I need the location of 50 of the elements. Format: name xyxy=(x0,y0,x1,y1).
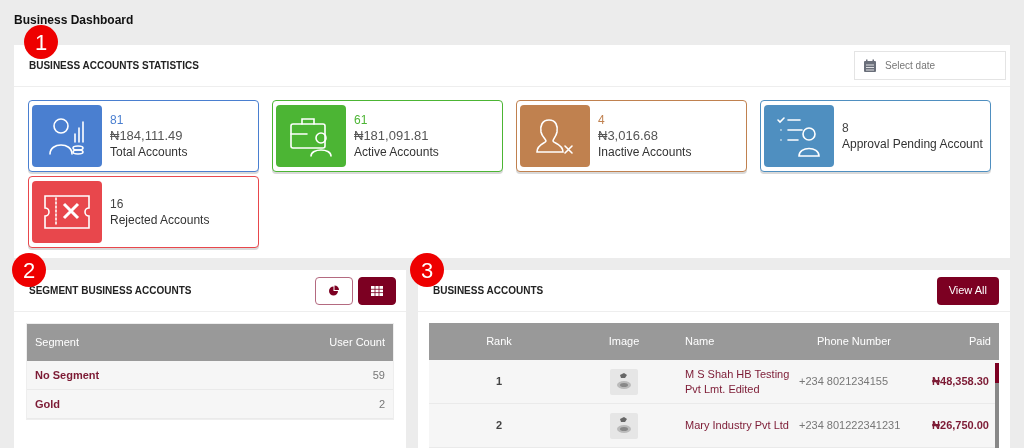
card-count: 61 xyxy=(354,112,369,128)
paid-cell-text: ₦26,750.00 xyxy=(932,418,989,434)
column-header: Paid xyxy=(968,334,991,350)
column-header: Segment xyxy=(35,335,80,351)
table-grid-icon xyxy=(371,285,383,296)
card-amount: ₦184,111.49 xyxy=(110,128,184,144)
rank-cell-text: 2 xyxy=(495,418,503,434)
card-count: 16 xyxy=(110,196,125,212)
number-marker: 1 xyxy=(24,25,58,59)
column-header: Name xyxy=(684,334,716,350)
table-cell-text: 59 xyxy=(372,367,385,383)
view-all-button[interactable]: View All xyxy=(936,276,999,305)
column-header: User Count xyxy=(329,335,385,351)
phone-cell-text: +234 801222341231 xyxy=(799,418,902,434)
segment-link[interactable]: Gold xyxy=(35,395,61,413)
account-name-link[interactable]: M S Shah HB Testing Pvt Lmt. Edited xyxy=(679,366,799,397)
paid-cell-text: ₦48,358.30 xyxy=(932,374,989,390)
rank-cell-text: 1 xyxy=(495,374,503,390)
panel-title: SEGMENT BUSINESS ACCOUNTS xyxy=(29,284,192,298)
pie-chart-view-button[interactable] xyxy=(315,276,353,305)
stat-card[interactable]: 81 ₦184,111.49 Total Accounts xyxy=(28,100,259,172)
card-label: Active Accounts xyxy=(354,144,439,160)
card-amount: ₦3,016.68 xyxy=(598,128,659,144)
calendar-icon xyxy=(863,58,877,73)
date-input[interactable]: Select date xyxy=(885,58,995,73)
date-field[interactable]: Select date xyxy=(854,51,1006,80)
panel-title: BUSINESS ACCOUNTS xyxy=(433,284,544,298)
column-header: Image xyxy=(608,334,640,350)
stat-card[interactable]: 8 Approval Pending Account xyxy=(760,100,991,172)
phone-cell-text: +234 8021234155 xyxy=(799,374,889,390)
card-label: Inactive Accounts xyxy=(598,144,692,160)
stat-card[interactable]: 16 Rejected Accounts xyxy=(28,176,259,248)
card-amount: ₦181,091.81 xyxy=(354,128,430,144)
checklist-person-icon xyxy=(775,114,823,158)
card-label: Rejected Accounts xyxy=(110,212,210,228)
card-count: 8 xyxy=(842,120,850,136)
panel-title: BUSINESS ACCOUNTS STATISTICS xyxy=(29,59,199,73)
column-header: Rank xyxy=(486,334,512,350)
card-count: 4 xyxy=(598,112,606,128)
stat-card[interactable]: 4 ₦3,016.68 Inactive Accounts xyxy=(516,100,747,172)
table-cell-text: 2 xyxy=(378,396,385,412)
table-view-button[interactable] xyxy=(358,276,396,305)
stat-card[interactable]: 61 ₦181,091.81 Active Accounts xyxy=(272,100,503,172)
card-label: Approval Pending Account xyxy=(842,136,983,152)
card-label: Total Accounts xyxy=(110,144,188,160)
account-name-link[interactable]: Mary Industry Pvt Ltd xyxy=(679,418,799,433)
column-header: Phone Number xyxy=(817,334,891,350)
pie-chart-icon xyxy=(328,284,340,297)
segment-link[interactable]: No Segment xyxy=(35,366,100,384)
card-count: 81 xyxy=(110,112,125,128)
